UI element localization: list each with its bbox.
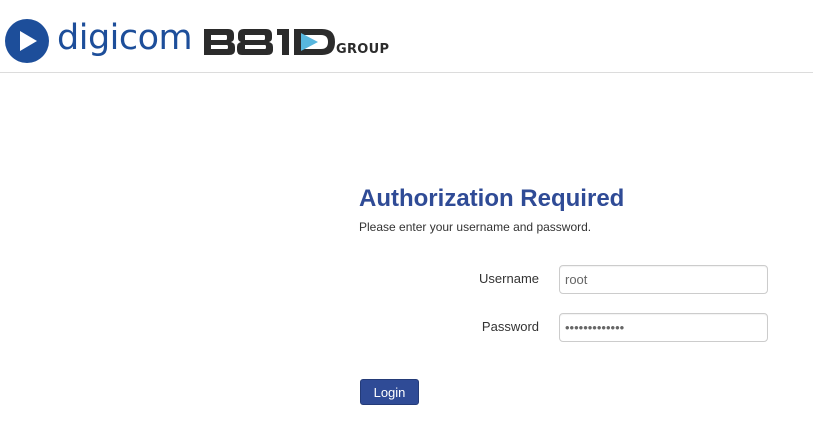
password-field[interactable] [559, 313, 768, 342]
password-label: Password [481, 319, 539, 334]
username-field[interactable] [559, 265, 768, 294]
play-icon [5, 19, 49, 63]
page-title: Authorization Required [359, 185, 625, 212]
login-button[interactable]: Login [360, 379, 419, 405]
digicom-logo: digicom [5, 18, 193, 65]
group-label: GROUP [336, 42, 390, 57]
username-label: Username [479, 271, 539, 286]
page-subtitle: Please enter your username and password. [359, 220, 592, 234]
brand-name: digicom [57, 18, 193, 58]
b810-logo-icon [204, 29, 335, 55]
header: digicom GROUP [0, 0, 813, 73]
